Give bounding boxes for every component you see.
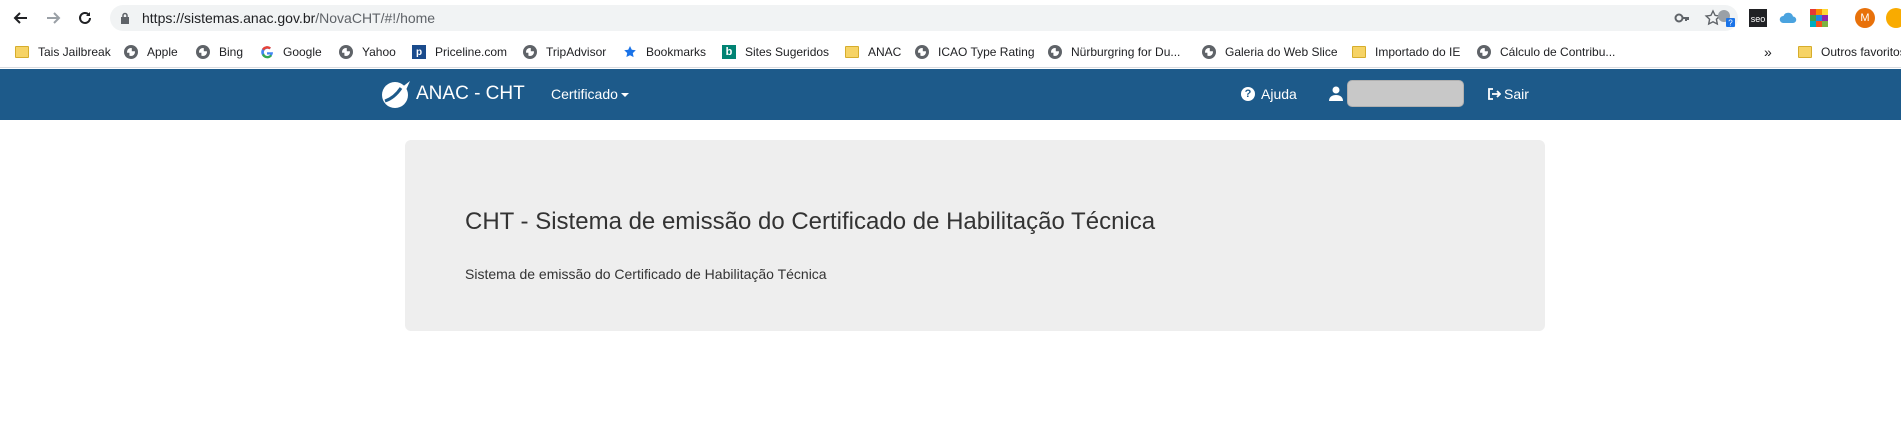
redacted-username (1347, 80, 1464, 107)
star-icon (622, 44, 638, 60)
svg-text:seo: seo (1751, 14, 1766, 24)
folder-icon (1351, 44, 1367, 60)
menu-certificado-dropdown[interactable]: Certificado (551, 86, 629, 102)
bookmark-bookmarks[interactable]: Bookmarks (622, 43, 706, 61)
bookmark-label: Cálculo de Contribu... (1500, 45, 1616, 59)
forward-button[interactable] (42, 7, 64, 29)
google-icon (259, 44, 275, 60)
globe-icon (195, 44, 211, 60)
menu-certificado-label: Certificado (551, 86, 618, 102)
extension-seo-icon[interactable]: seo (1749, 9, 1767, 27)
anac-logo-icon (382, 81, 410, 108)
bookmark-folder-importado-ie[interactable]: Importado do IE (1351, 43, 1460, 61)
user-icon (1329, 86, 1343, 101)
bookmark-folder-anac[interactable]: ANAC (844, 43, 901, 61)
bookmark-bing[interactable]: Bing (195, 43, 243, 61)
extension-colorgrid-icon[interactable] (1810, 9, 1828, 27)
globe-icon (914, 44, 930, 60)
sign-out-icon (1488, 88, 1501, 100)
bookmark-google[interactable]: Google (259, 43, 322, 61)
bookmark-label: Outros favoritos (1821, 45, 1901, 59)
page-title: CHT - Sistema de emissão do Certificado … (465, 208, 1156, 235)
welcome-jumbotron: CHT - Sistema de emissão do Certificado … (405, 140, 1545, 331)
brand-title: ANAC - CHT (416, 83, 525, 104)
url-host: https://sistemas.anac.gov.br (142, 10, 316, 26)
globe-icon (1047, 44, 1063, 60)
lock-icon (121, 12, 129, 24)
globe-icon (522, 44, 538, 60)
bookmarks-overflow-button[interactable]: » (1764, 43, 1772, 61)
bookmark-label: ICAO Type Rating (938, 45, 1035, 59)
bookmark-label: ANAC (868, 45, 902, 59)
folder-icon (844, 44, 860, 60)
bookmark-priceline[interactable]: p Priceline.com (411, 43, 507, 61)
bookmark-label: Yahoo (362, 45, 396, 59)
key-icon[interactable] (1674, 10, 1690, 26)
bookmark-calculo-contribuicao[interactable]: Cálculo de Contribu... (1476, 43, 1615, 61)
bookmark-folder-outros-favoritos[interactable]: Outros favoritos (1797, 43, 1901, 61)
globe-icon (1476, 44, 1492, 60)
bookmark-label: Tais Jailbreak (38, 45, 111, 59)
back-arrow-icon (13, 12, 27, 24)
profile-avatar[interactable]: M (1855, 8, 1875, 28)
caret-down-icon (620, 93, 629, 97)
extension-cloud-icon[interactable] (1779, 9, 1797, 27)
bookmark-label: Importado do IE (1375, 45, 1461, 59)
bookmark-label: Priceline.com (435, 45, 508, 59)
url-path: /NovaCHT/#!/home (315, 10, 436, 26)
bookmark-label: TripAdvisor (546, 45, 607, 59)
bookmark-label: Bing (219, 45, 244, 59)
site-navbar: ANAC - CHT Certificado ? Ajuda Sair (0, 69, 1901, 120)
browser-toolbar: https://sistemas.anac.gov.br/NovaCHT/#!/… (0, 0, 1901, 36)
bookmarks-bar: Tais Jailbreak Apple Bing Google Yahoo p… (0, 36, 1901, 68)
help-link[interactable]: ? Ajuda (1241, 86, 1297, 102)
bookmark-sites-sugeridos[interactable]: b Sites Sugeridos (721, 43, 829, 61)
bookmark-yahoo[interactable]: Yahoo (338, 43, 396, 61)
globe-icon (338, 44, 354, 60)
site-brand[interactable]: ANAC - CHT (379, 78, 525, 110)
bookmark-label: Nürburgring for Du... (1071, 45, 1181, 59)
bookmark-label: Apple (147, 45, 178, 59)
help-label: Ajuda (1261, 86, 1297, 102)
bookmark-label: Google (283, 45, 322, 59)
bookmark-folder-tais-jailbreak[interactable]: Tais Jailbreak (14, 43, 111, 61)
extension-orange-icon[interactable] (1886, 8, 1901, 28)
bing-icon: b (721, 44, 737, 60)
user-menu[interactable] (1329, 80, 1464, 107)
priceline-icon: p (411, 44, 427, 60)
page-subtitle: Sistema de emissão do Certificado de Hab… (465, 266, 827, 282)
globe-icon (123, 44, 139, 60)
forward-arrow-icon (47, 12, 61, 24)
bookmark-label: Galeria do Web Slice (1225, 45, 1338, 59)
folder-icon (14, 44, 30, 60)
extension-chat-icon[interactable]: ? (1717, 9, 1735, 28)
svg-text:?: ? (1728, 19, 1733, 28)
globe-icon (1201, 44, 1217, 60)
logout-label: Sair (1504, 86, 1529, 102)
url-text: https://sistemas.anac.gov.br/NovaCHT/#!/… (142, 10, 435, 26)
reload-icon (79, 11, 91, 24)
bookmark-nurburgring[interactable]: Nürburgring for Du... (1047, 43, 1180, 61)
folder-icon (1797, 44, 1813, 60)
bookmark-label: Sites Sugeridos (745, 45, 830, 59)
bookmark-galeria-web-slice[interactable]: Galeria do Web Slice (1201, 43, 1338, 61)
bookmark-tripadvisor[interactable]: TripAdvisor (522, 43, 606, 61)
question-circle-icon: ? (1241, 87, 1255, 101)
logout-link[interactable]: Sair (1487, 86, 1529, 102)
reload-button[interactable] (74, 7, 96, 29)
bookmark-label: Bookmarks (646, 45, 707, 59)
address-bar[interactable]: https://sistemas.anac.gov.br/NovaCHT/#!/… (110, 5, 1738, 31)
bookmark-apple[interactable]: Apple (123, 43, 178, 61)
back-button[interactable] (10, 7, 32, 29)
bookmark-icao-type-rating[interactable]: ICAO Type Rating (914, 43, 1035, 61)
